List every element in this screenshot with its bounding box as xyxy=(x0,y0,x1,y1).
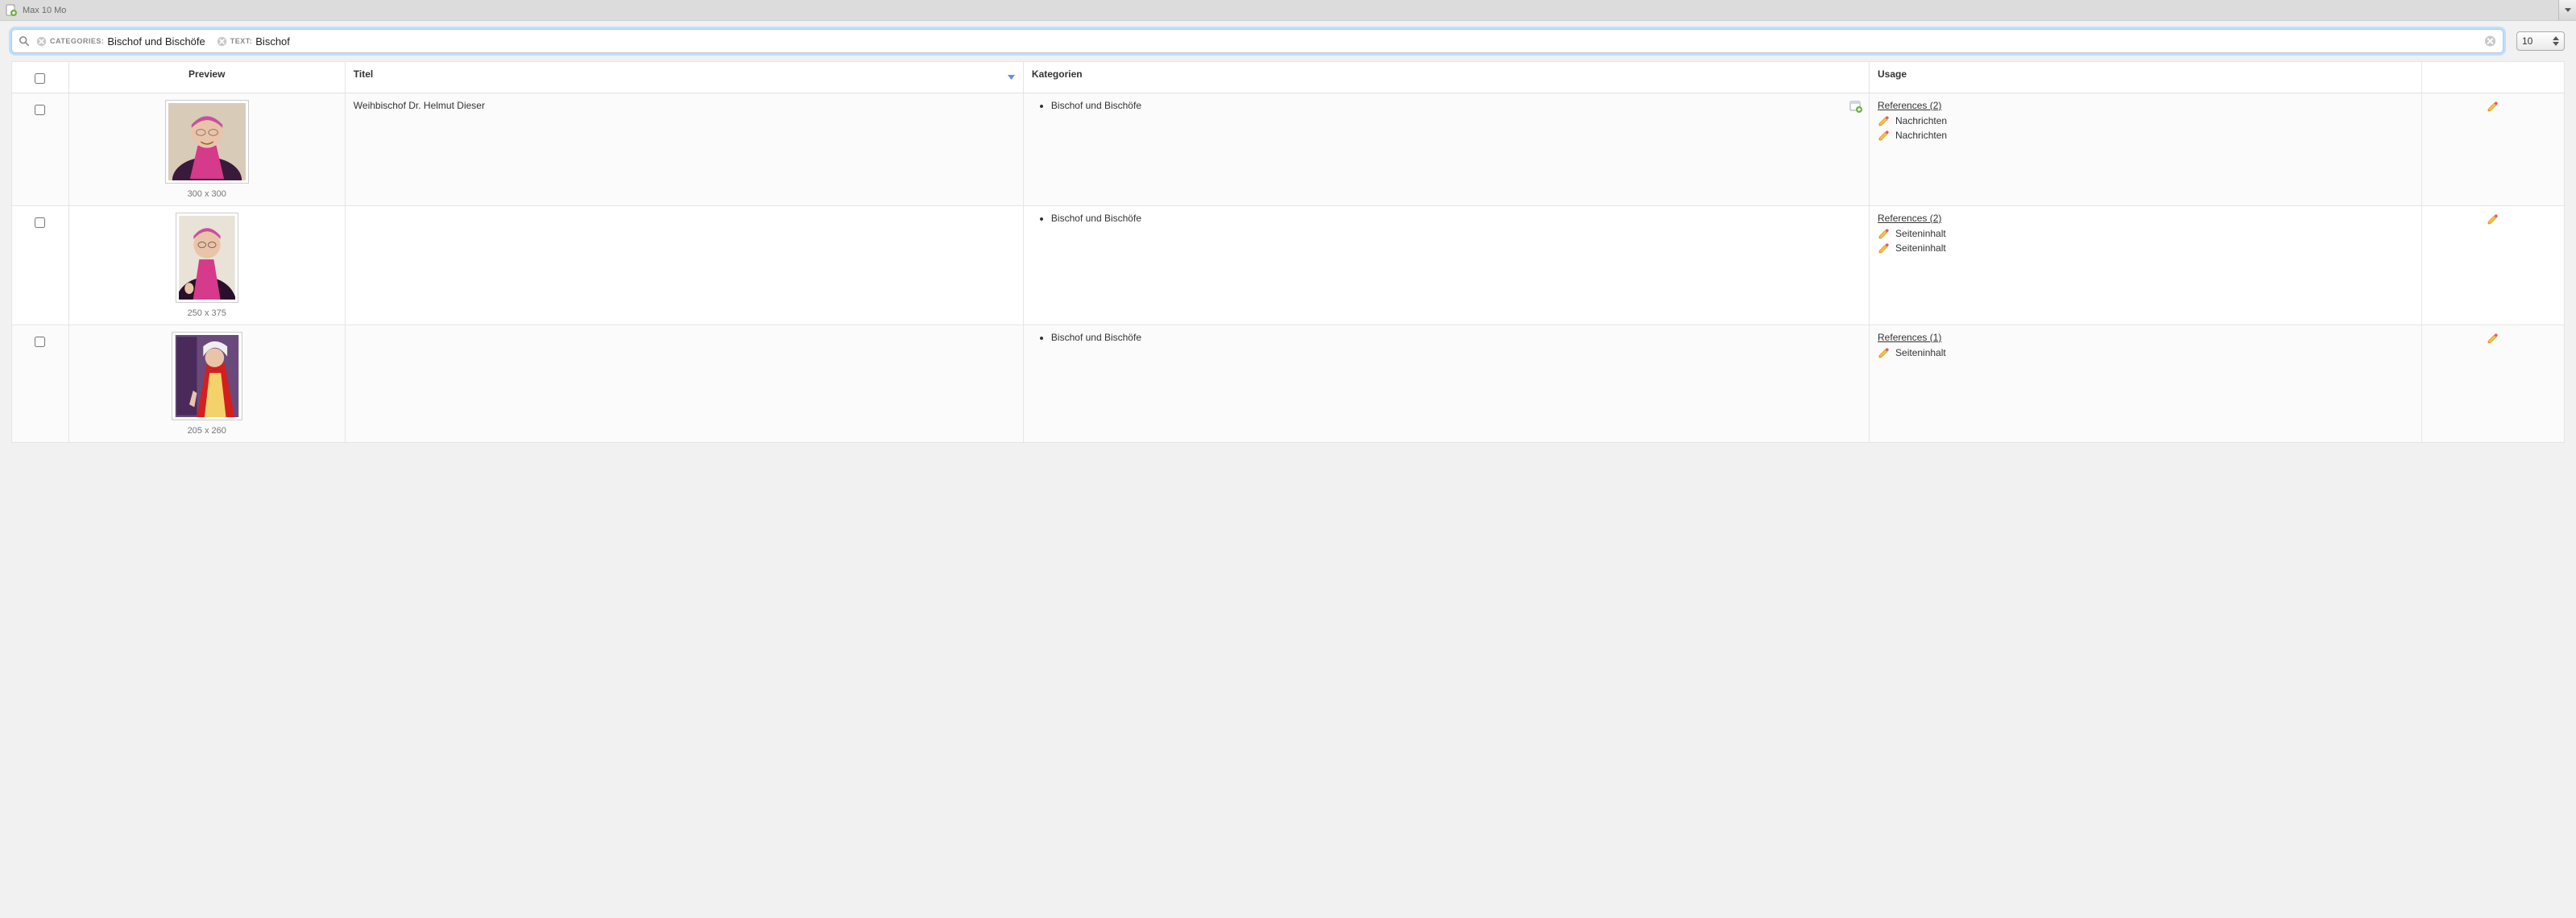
thumbnail[interactable]: 250 x 375 xyxy=(176,213,238,318)
filter-row: CATEGORIES: Bischof und Bischöfe TEXT: B… xyxy=(0,21,2576,61)
chip-value: Bischof xyxy=(255,35,290,48)
pencil-icon xyxy=(1878,346,1891,359)
caret-down-icon xyxy=(2565,8,2571,12)
reference-item[interactable]: Seiteninhalt xyxy=(1878,242,2413,254)
pencil-icon xyxy=(1878,227,1891,240)
reference-item[interactable]: Seiteninhalt xyxy=(1878,346,2413,359)
results-table: Preview Titel Kategorien Usage 300 x 300… xyxy=(11,61,2565,443)
filter-chip-text[interactable]: TEXT: Bischof xyxy=(217,35,290,48)
category-list: Bischof und Bischöfe xyxy=(1032,332,1861,343)
top-toolbar: Max 10 Mo xyxy=(0,0,2576,21)
dimensions-label: 300 x 300 xyxy=(165,189,249,199)
page-size-select[interactable]: 10 xyxy=(2516,31,2565,51)
add-category-icon[interactable] xyxy=(1849,100,1862,113)
category-item: Bischof und Bischöfe xyxy=(1051,213,1861,224)
edit-row-icon[interactable] xyxy=(2487,213,2499,225)
pencil-icon xyxy=(1878,129,1891,142)
col-title-label: Titel xyxy=(354,68,373,80)
category-item: Bischof und Bischöfe xyxy=(1051,332,1861,343)
pencil-icon xyxy=(1878,114,1891,127)
row-checkbox[interactable] xyxy=(35,217,45,228)
chip-label: TEXT: xyxy=(230,37,253,45)
remove-filter-icon[interactable] xyxy=(36,36,47,47)
dimensions-label: 250 x 375 xyxy=(176,308,238,318)
search-input[interactable]: CATEGORIES: Bischof und Bischöfe TEXT: B… xyxy=(11,29,2504,53)
title-cell: Weihbischof Dr. Helmut Dieser xyxy=(345,93,1023,206)
table-row: 250 x 375 Bischof und Bischöfe References … xyxy=(12,206,2565,325)
row-checkbox[interactable] xyxy=(35,105,45,115)
table-row: 205 x 260 Bischof und Bischöfe References … xyxy=(12,325,2565,443)
reference-label: Nachrichten xyxy=(1895,115,1947,126)
reference-label: Seiteninhalt xyxy=(1895,228,1946,239)
clear-search-icon[interactable] xyxy=(2484,35,2496,48)
reference-label: Seiteninhalt xyxy=(1895,242,1946,254)
page-size-value: 10 xyxy=(2522,35,2533,47)
reference-item[interactable]: Nachrichten xyxy=(1878,129,2413,142)
references-link[interactable]: References (2) xyxy=(1878,213,1941,224)
sort-desc-icon xyxy=(1008,75,1015,80)
category-list: Bischof und Bischöfe xyxy=(1032,100,1861,111)
select-all-checkbox[interactable] xyxy=(35,73,45,84)
filter-chip-categories[interactable]: CATEGORIES: Bischof und Bischöfe xyxy=(36,35,205,48)
title-cell xyxy=(345,325,1023,443)
title-cell xyxy=(345,206,1023,325)
reference-label: Nachrichten xyxy=(1895,130,1947,141)
category-item: Bischof und Bischöfe xyxy=(1051,100,1861,111)
toolbar-dropdown-button[interactable] xyxy=(2558,0,2576,20)
table-row: 300 x 300 Weihbischof Dr. Helmut Dieser Bi… xyxy=(12,93,2565,206)
col-usage[interactable]: Usage xyxy=(1870,62,2422,93)
edit-row-icon[interactable] xyxy=(2487,332,2499,345)
reference-label: Seiteninhalt xyxy=(1895,347,1946,358)
row-checkbox[interactable] xyxy=(35,337,45,347)
stepper-icon xyxy=(2553,36,2559,46)
col-preview[interactable]: Preview xyxy=(68,62,345,93)
thumbnail[interactable]: 205 x 260 xyxy=(172,332,242,436)
upload-limit-label: Max 10 Mo xyxy=(23,6,66,15)
pencil-icon xyxy=(1878,242,1891,254)
thumbnail[interactable]: 300 x 300 xyxy=(165,100,249,199)
dimensions-label: 205 x 260 xyxy=(172,426,242,436)
edit-row-icon[interactable] xyxy=(2487,100,2499,113)
search-icon xyxy=(19,35,30,47)
upload-image-icon[interactable] xyxy=(5,4,18,17)
remove-filter-icon[interactable] xyxy=(217,36,227,47)
reference-item[interactable]: Nachrichten xyxy=(1878,114,2413,127)
col-title[interactable]: Titel xyxy=(345,62,1023,93)
col-actions xyxy=(2422,62,2565,93)
chip-value: Bischof und Bischöfe xyxy=(107,35,205,48)
category-list: Bischof und Bischöfe xyxy=(1032,213,1861,224)
col-categories[interactable]: Kategorien xyxy=(1023,62,1869,93)
references-link[interactable]: References (1) xyxy=(1878,332,1941,343)
references-link[interactable]: References (2) xyxy=(1878,100,1941,111)
reference-item[interactable]: Seiteninhalt xyxy=(1878,227,2413,240)
chip-label: CATEGORIES: xyxy=(50,37,104,45)
